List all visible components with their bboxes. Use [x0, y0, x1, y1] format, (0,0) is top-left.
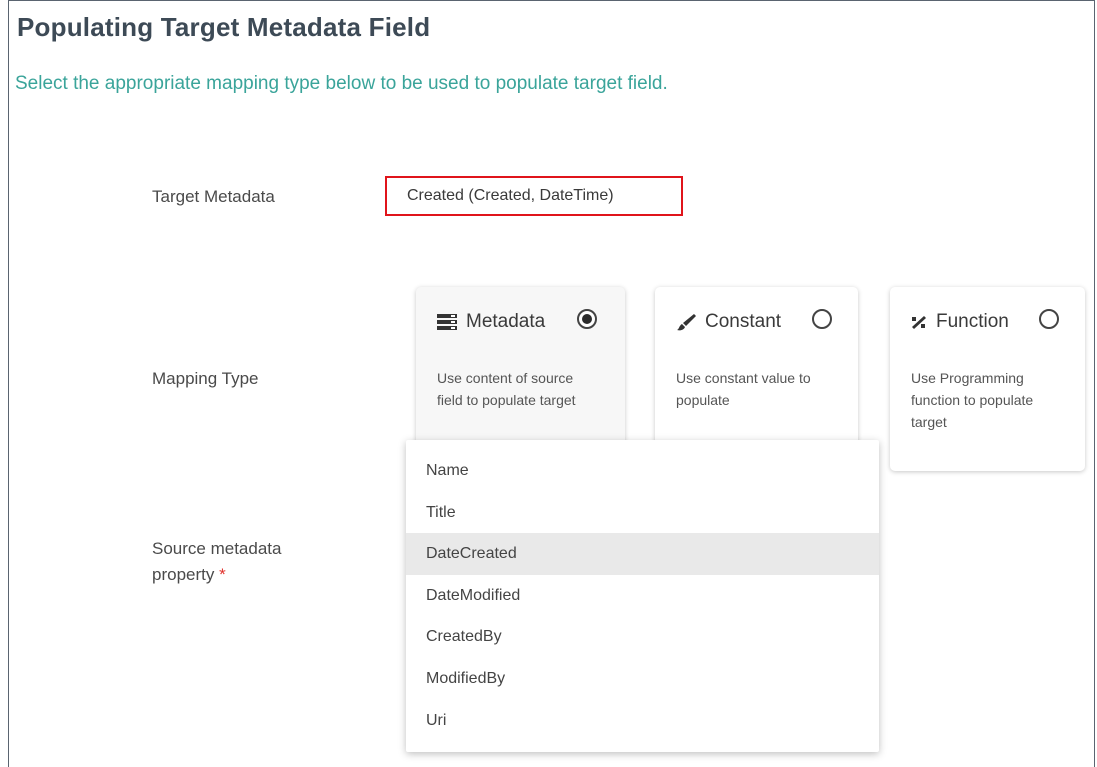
percent-icon: [910, 312, 928, 332]
page-subtitle: Select the appropriate mapping type belo…: [15, 73, 668, 94]
source-metadata-label-line1: Source metadata: [152, 539, 282, 558]
mapping-type-label: Mapping Type: [152, 369, 259, 388]
mapping-card-metadata-description: Use content of source field to populate …: [437, 370, 576, 408]
database-icon: [436, 312, 458, 332]
dropdown-option-createdby[interactable]: CreatedBy: [406, 616, 879, 658]
mapping-card-function[interactable]: Function Use Programming function to pop…: [890, 287, 1085, 471]
source-metadata-label-line2-text: property: [152, 565, 215, 584]
mapping-card-function-header: Function: [910, 311, 1009, 333]
dropdown-option-datecreated[interactable]: DateCreated: [406, 533, 879, 575]
dropdown-option-uri[interactable]: Uri: [406, 700, 879, 742]
mapping-card-constant-description: Use constant value to populate: [676, 370, 811, 408]
source-metadata-label: Source metadata property *: [152, 536, 281, 588]
target-metadata-text: Created (Created, DateTime): [407, 187, 614, 204]
dropdown-option-name[interactable]: Name: [406, 450, 879, 492]
mapping-card-function-description: Use Programming function to populate tar…: [911, 370, 1034, 430]
constant-radio[interactable]: [812, 309, 832, 329]
mapping-card-metadata-title: Metadata: [466, 311, 546, 332]
brush-icon: [675, 312, 697, 332]
target-metadata-value: Created (Created, DateTime): [385, 176, 683, 216]
dropdown-option-modifiedby[interactable]: ModifiedBy: [406, 658, 879, 700]
mapping-card-constant-header: Constant: [675, 311, 781, 333]
function-radio[interactable]: [1039, 309, 1059, 329]
target-metadata-label: Target Metadata: [152, 187, 275, 206]
page-title: Populating Target Metadata Field: [17, 12, 431, 42]
source-metadata-dropdown: Name Title DateCreated DateModified Crea…: [406, 440, 879, 752]
dropdown-option-title[interactable]: Title: [406, 492, 879, 534]
metadata-radio[interactable]: [577, 309, 597, 329]
mapping-card-function-title: Function: [936, 311, 1009, 332]
mapping-card-metadata-header: Metadata: [436, 311, 545, 333]
dropdown-option-datemodified[interactable]: DateModified: [406, 575, 879, 617]
source-metadata-label-line2: property *: [152, 562, 281, 588]
required-asterisk: *: [219, 565, 226, 584]
mapping-card-constant-title: Constant: [705, 311, 782, 332]
